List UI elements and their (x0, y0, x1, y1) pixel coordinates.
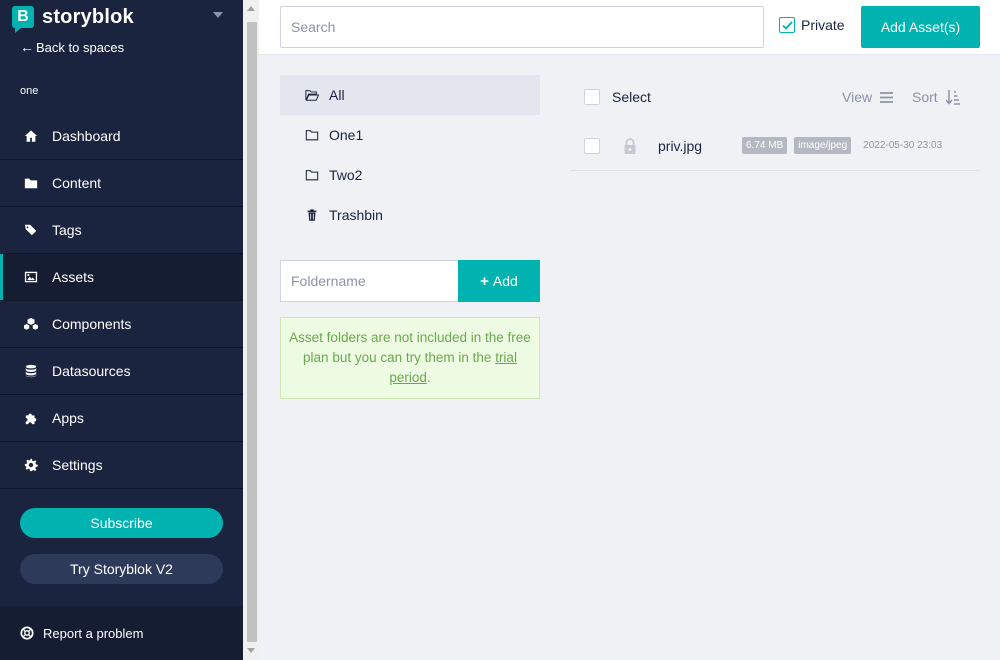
back-to-spaces-link[interactable]: ← Back to spaces (20, 39, 124, 55)
notice-end: . (426, 370, 431, 385)
add-folder-button[interactable]: + Add (458, 260, 540, 302)
sidebar-item-apps[interactable]: Apps (0, 395, 243, 442)
checkbox-checked-icon[interactable] (779, 17, 795, 33)
view-toggle[interactable]: View (842, 89, 894, 105)
folders-plan-notice: Asset folders are not included in the fr… (280, 317, 540, 399)
arrow-left-icon: ← (20, 39, 34, 55)
folder-icon (305, 170, 319, 181)
plus-icon: + (480, 272, 489, 290)
subscribe-button[interactable]: Subscribe (20, 508, 223, 538)
trash-icon (307, 209, 317, 221)
select-label: Select (612, 89, 651, 105)
asset-date: 2022-05-30 23:03 (863, 140, 943, 151)
folder-item-two2[interactable]: Two2 (280, 155, 540, 195)
folder-item-all[interactable]: All (280, 75, 540, 115)
sidebar-item-label: Dashboard (52, 128, 121, 144)
sidebar-item-label: Content (52, 175, 102, 191)
folder-list: All One1 Two2 Trashbin (280, 75, 540, 235)
foldername-input[interactable] (280, 260, 458, 302)
view-label: View (842, 89, 873, 105)
folder-item-one1[interactable]: One1 (280, 115, 540, 155)
sidebar: B storyblok ← Back to spaces one Dashboa… (0, 0, 243, 660)
sidebar-item-dashboard[interactable]: Dashboard (0, 113, 243, 160)
asset-name[interactable]: priv.jpg (658, 138, 742, 154)
sidebar-item-label: Components (52, 316, 132, 332)
folder-open-icon (305, 90, 319, 101)
asset-row[interactable]: priv.jpg 6.74 MB image/jpeg 2022-05-30 2… (570, 121, 980, 171)
sidebar-item-datasources[interactable]: Datasources (0, 348, 243, 395)
private-label: Private (801, 17, 845, 33)
sidebar-item-components[interactable]: Components (0, 301, 243, 348)
select-all-checkbox[interactable] (584, 89, 600, 105)
folder-label: One1 (329, 127, 364, 143)
sidebar-item-label: Apps (52, 410, 84, 426)
new-folder-form: + Add (280, 260, 540, 302)
sidebar-item-label: Settings (52, 457, 103, 473)
lifebuoy-icon (20, 626, 34, 640)
back-to-spaces-label: Back to spaces (36, 39, 125, 55)
home-icon (22, 128, 40, 144)
folder-item-trashbin[interactable]: Trashbin (280, 195, 540, 235)
sort-toggle[interactable]: Sort (912, 89, 960, 105)
gear-icon (22, 457, 40, 473)
cubes-icon (22, 316, 40, 332)
sidebar-item-label: Tags (52, 222, 82, 238)
folder-label: All (329, 87, 345, 103)
tags-icon (22, 222, 40, 238)
image-icon (22, 269, 40, 285)
database-icon (22, 363, 40, 379)
topbar: Private Add Asset(s) (259, 0, 1000, 55)
sidebar-item-tags[interactable]: Tags (0, 207, 243, 254)
asset-select-checkbox[interactable] (584, 137, 600, 154)
report-problem-label: Report a problem (43, 625, 144, 641)
sidebar-nav: Dashboard Content Tags Assets Components (0, 113, 243, 489)
sort-label: Sort (912, 89, 938, 105)
scroll-down-arrow-icon[interactable] (247, 648, 255, 653)
space-name: one (20, 85, 39, 97)
sidebar-item-label: Assets (52, 269, 95, 285)
sidebar-item-settings[interactable]: Settings (0, 442, 243, 489)
add-folder-label: Add (492, 273, 518, 289)
asset-size-badge: 6.74 MB (742, 137, 788, 154)
report-problem-link[interactable]: Report a problem (0, 606, 243, 660)
lock-icon (624, 137, 636, 154)
sidebar-item-label: Datasources (52, 363, 131, 379)
sort-descending-icon (945, 89, 960, 105)
brand[interactable]: B storyblok (12, 4, 134, 33)
puzzle-icon (22, 410, 40, 426)
brand-name: storyblok (42, 5, 134, 28)
space-switch-caret-icon[interactable] (213, 12, 223, 18)
folder-icon (22, 175, 40, 191)
private-checkbox[interactable]: Private (779, 17, 845, 33)
try-storyblok-v2-button[interactable]: Try Storyblok V2 (20, 554, 223, 584)
folder-label: Trashbin (329, 207, 383, 223)
sidebar-item-assets[interactable]: Assets (0, 254, 243, 301)
folder-icon (305, 130, 319, 141)
scroll-thumb[interactable] (247, 22, 257, 642)
search-input[interactable] (280, 6, 764, 48)
sidebar-scrollbar[interactable] (243, 0, 259, 660)
list-view-icon (880, 91, 894, 103)
asset-list-header: Select View Sort (570, 75, 980, 119)
storyblok-logo-icon: B (12, 6, 34, 33)
asset-type-badge: image/jpeg (794, 137, 852, 154)
add-assets-button[interactable]: Add Asset(s) (861, 6, 980, 48)
folder-label: Two2 (329, 167, 363, 183)
sidebar-item-content[interactable]: Content (0, 160, 243, 207)
scroll-up-arrow-icon[interactable] (247, 6, 255, 11)
